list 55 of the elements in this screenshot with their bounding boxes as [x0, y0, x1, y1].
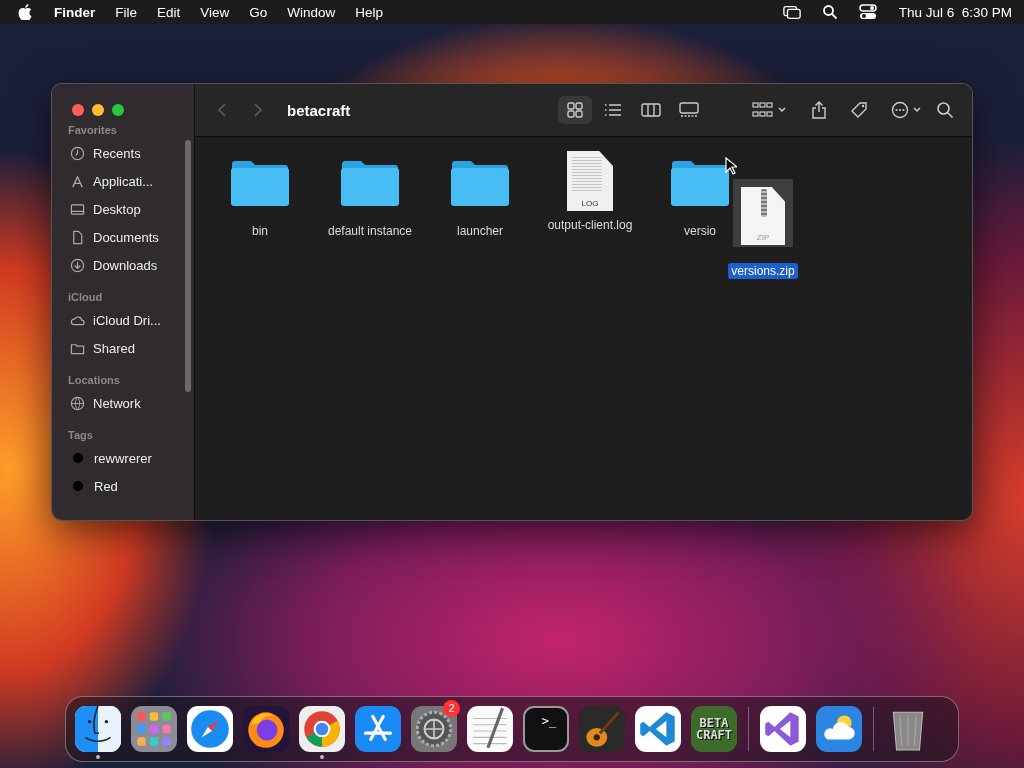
search-icon[interactable] [820, 4, 839, 20]
menu-item[interactable]: View [200, 4, 230, 20]
sidebar-item[interactable]: iCloud Dri... [66, 306, 194, 334]
sidebar-item[interactable]: Network [66, 389, 194, 417]
file-name[interactable]: versions.zip [728, 263, 798, 279]
sidebar-item[interactable]: Recents [66, 139, 194, 167]
sidebar-heading: iCloud [67, 290, 104, 305]
share-icon[interactable] [810, 101, 828, 119]
screen-mirroring-icon[interactable] [782, 4, 801, 20]
sidebar-item[interactable]: Applicati... [66, 167, 194, 195]
sidebar-item[interactable]: Downloads [66, 251, 194, 279]
log-file-icon[interactable]: LOG [567, 151, 613, 211]
group-menu-button[interactable] [752, 101, 788, 119]
list-icon [603, 102, 623, 118]
sidebar-heading: Locations [67, 373, 121, 388]
sidebar-item[interactable]: Shared [66, 334, 194, 362]
sidebar-heading: Favorites [67, 123, 118, 138]
menu-item[interactable]: Go [249, 4, 268, 20]
menu-item[interactable]: Edit [157, 4, 181, 20]
tag-icon[interactable] [850, 101, 868, 119]
menu-item[interactable]: File [115, 4, 138, 20]
clock-icon [70, 145, 85, 161]
gallery-icon [679, 102, 699, 118]
search-icon[interactable] [936, 101, 954, 119]
close-button[interactable] [72, 104, 84, 116]
file-name[interactable]: default instance [324, 223, 416, 239]
file-name[interactable]: launcher [454, 223, 506, 239]
mouse-cursor-icon [725, 157, 737, 175]
file-name[interactable]: output-client.log [544, 217, 636, 233]
apple-logo-icon[interactable] [18, 4, 32, 20]
scroll-bar[interactable] [185, 140, 191, 392]
columns-icon [641, 102, 661, 118]
icons-view-button[interactable] [558, 96, 592, 124]
control-center-icon[interactable] [858, 4, 877, 20]
zoom-button[interactable] [112, 104, 124, 116]
sidebar-heading: Tags [67, 428, 94, 443]
menu-item[interactable]: Help [355, 4, 384, 20]
applications-icon [70, 173, 85, 189]
desktop-icon [70, 201, 85, 217]
sidebar-item[interactable]: Desktop [66, 195, 194, 223]
download-icon [70, 257, 85, 273]
menu-item[interactable]: Window [287, 4, 336, 20]
file-name[interactable]: bin [249, 223, 271, 239]
grid-icon [565, 102, 585, 118]
minimize-button[interactable] [92, 104, 104, 116]
app-menu[interactable]: Finder [54, 4, 96, 20]
document-icon [70, 229, 85, 245]
sidebar-item[interactable]: rewwrerer [66, 444, 194, 472]
window-title: betacraft [287, 101, 351, 119]
notification-badge: 2 [443, 699, 460, 717]
sidebar-item[interactable]: Red [66, 472, 194, 500]
globe-icon [70, 395, 85, 411]
sidebar-item[interactable]: Documents [66, 223, 194, 251]
file-name[interactable]: versio [681, 223, 719, 239]
menu-bar-clock[interactable]: Thu Jul 6 6:30 PM [898, 4, 1012, 20]
